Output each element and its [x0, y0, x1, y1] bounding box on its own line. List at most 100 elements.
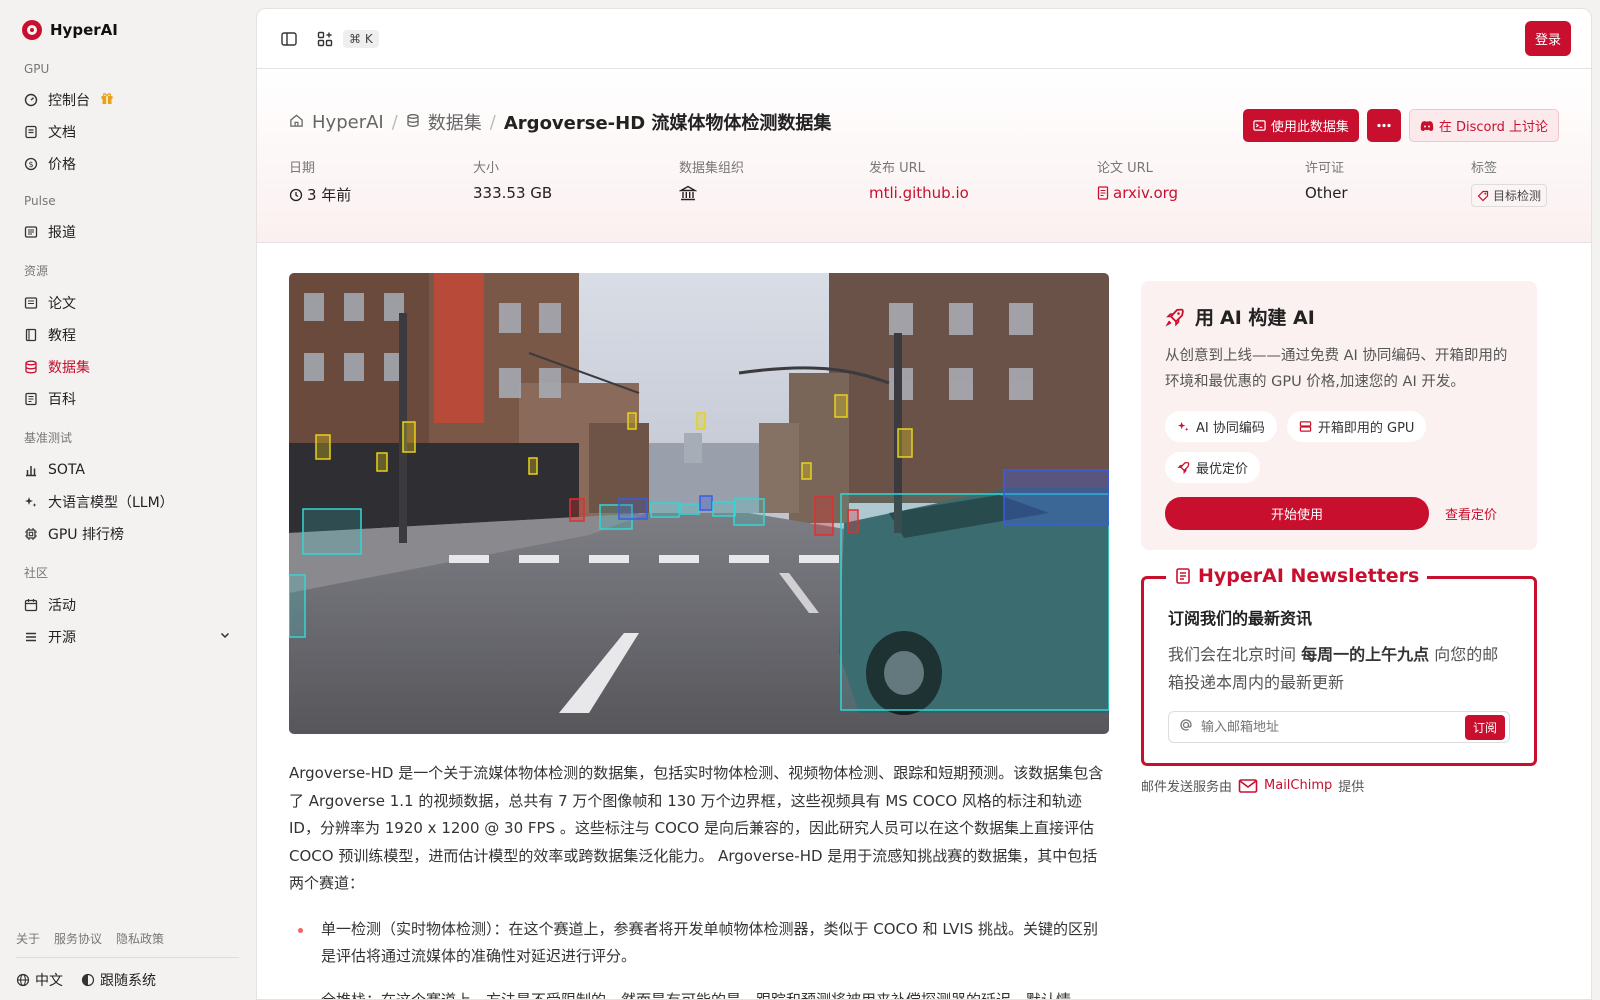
meta-license-label: 许可证 [1305, 161, 1345, 176]
email-input[interactable] [1193, 719, 1465, 735]
language-switcher[interactable]: 中文 [16, 970, 63, 990]
gift-icon [100, 91, 114, 109]
more-options-button[interactable] [1366, 109, 1401, 142]
bar-chart-icon [24, 463, 38, 477]
news-icon [24, 225, 38, 239]
ellipsis-icon [1377, 123, 1391, 128]
institution-icon [679, 185, 697, 201]
sidebar-item-label: 百科 [48, 392, 76, 408]
sidebar-item-docs[interactable]: 文档 [16, 116, 239, 148]
language-label: 中文 [35, 973, 63, 989]
list-icon [24, 630, 38, 644]
promo-description: 从创意到上线——通过免费 AI 协同编码、开箱即用的环境和最优惠的 GPU 价格… [1165, 348, 1508, 390]
sidebar-item-label: 数据集 [48, 360, 90, 376]
document-icon [1097, 186, 1109, 200]
database-icon [24, 360, 38, 374]
doc-icon [24, 125, 38, 139]
nav-section-gpu: GPU [24, 62, 50, 76]
sidebar-item-label: GPU 排行榜 [48, 527, 124, 543]
breadcrumb-home[interactable]: HyperAI [312, 112, 384, 133]
sidebar-item-tutorials[interactable]: 教程 [16, 319, 239, 351]
mailchimp-label: MailChimp [1264, 778, 1333, 793]
mailchimp-link[interactable]: MailChimp [1238, 778, 1332, 794]
feature-chip-label: 最优定价 [1196, 462, 1249, 477]
tag-object-detection[interactable]: 目标检测 [1471, 184, 1548, 207]
footer-link-privacy[interactable]: 隐私政策 [116, 930, 164, 947]
sidebar-item-label: 活动 [48, 598, 76, 614]
calendar-icon [24, 598, 38, 612]
command-menu-icon[interactable] [313, 27, 337, 51]
sidebar-item-gpu-leaderboard[interactable]: GPU 排行榜 [16, 518, 239, 550]
book-icon [24, 328, 38, 342]
email-subscribe-form: 订阅 [1168, 711, 1510, 743]
dataset-description: Argoverse-HD 是一个关于流媒体物体检测的数据集，包括实时物体检测、视… [289, 764, 1104, 892]
meta-paper-link-wrap[interactable]: arxiv.org [1097, 184, 1305, 202]
sidebar-item-console[interactable]: 控制台 [16, 84, 239, 116]
use-dataset-button[interactable]: 使用此数据集 [1242, 109, 1359, 142]
sidebar-item-pricing[interactable]: $ 价格 [16, 148, 239, 180]
tag-icon [1477, 190, 1489, 201]
rocket-icon [1165, 308, 1184, 327]
dataset-preview-image [289, 273, 1109, 734]
theme-switcher[interactable]: 跟随系统 [81, 970, 156, 990]
sidebar-settings: 中文 跟随系统 [16, 958, 239, 1000]
meta-tags-label: 标签 [1471, 161, 1498, 176]
nav-section-resources: 资源 [24, 264, 49, 278]
feature-chip-label: 开箱即用的 GPU [1317, 421, 1415, 436]
brand[interactable]: HyperAI [16, 20, 239, 40]
feature-chip: 开箱即用的 GPU [1286, 411, 1427, 442]
svg-text:$: $ [28, 160, 33, 169]
mail-provider-prefix: 邮件发送服务由 [1141, 780, 1233, 795]
mail-provider-suffix: 提供 [1338, 780, 1365, 795]
subscribe-button[interactable]: 订阅 [1464, 714, 1505, 740]
discord-button[interactable]: 在 Discord 上讨论 [1408, 109, 1559, 142]
meta-pub-label: 发布 URL [869, 161, 925, 176]
discord-icon [1420, 120, 1434, 131]
view-pricing-link[interactable]: 查看定价 [1445, 504, 1497, 523]
meta-size-value: 333.53 GB [473, 184, 553, 202]
sidebar-item-datasets[interactable]: 数据集 [16, 351, 239, 383]
get-started-button[interactable]: 开始使用 [1165, 497, 1429, 530]
meta-pub-link[interactable]: mtli.github.io [869, 184, 1097, 202]
chevron-down-icon[interactable] [219, 629, 231, 645]
newsletter-text-bold: 每周一的上午九点 [1301, 645, 1430, 664]
sidebar-item-sota[interactable]: SOTA [16, 454, 239, 486]
sidebar-item-papers[interactable]: 论文 [16, 287, 239, 319]
breadcrumb-separator: / [489, 111, 496, 133]
meta-license-value: Other [1305, 184, 1348, 202]
brand-name: HyperAI [50, 21, 118, 39]
dataset-content: Argoverse-HD 是一个关于流媒体物体检测的数据集，包括实时物体检测、视… [289, 273, 1109, 999]
sidebar-footer: 关于 服务协议 隐私政策 中文 跟随系统 [16, 930, 239, 1000]
meta-org-value [679, 184, 869, 202]
sidebar-item-reports[interactable]: 报道 [16, 216, 239, 248]
sidebar-toggle-icon[interactable] [277, 27, 301, 51]
footer-link-about[interactable]: 关于 [16, 930, 40, 947]
footer-link-terms[interactable]: 服务协议 [54, 930, 102, 947]
newsletter-text-before: 我们会在北京时间 [1168, 645, 1297, 664]
feature-chip: AI 协同编码 [1165, 411, 1277, 442]
globe-icon [16, 973, 30, 987]
meta-date: 日期 3 年前 [289, 157, 473, 207]
meta-paper-link: arxiv.org [1113, 184, 1179, 202]
sidebar-item-llm[interactable]: 大语言模型（LLM） [16, 486, 239, 518]
sidebar-item-wiki[interactable]: 百科 [16, 383, 239, 415]
sidebar-item-open-source[interactable]: 开源 [16, 621, 239, 653]
newsletter-text: 我们会在北京时间 每周一的上午九点 向您的邮箱投递本周内的最新更新 [1168, 641, 1510, 697]
login-button[interactable]: 登录 [1524, 21, 1571, 56]
page-title: Argoverse-HD 流媒体物体检测数据集 [503, 113, 832, 134]
sparkles-icon [24, 495, 38, 509]
newsletter-heading: 订阅我们的最新资讯 [1168, 609, 1313, 628]
meta-tags: 标签 目标检测 [1471, 157, 1548, 207]
breadcrumb-section[interactable]: 数据集 [428, 109, 482, 135]
sidebar-item-events[interactable]: 活动 [16, 589, 239, 621]
meta-paper-url: 论文 URL arxiv.org [1097, 157, 1305, 207]
meta-paper-label: 论文 URL [1097, 161, 1153, 176]
promo-title: 用 AI 构建 AI [1165, 303, 1513, 330]
theme-label: 跟随系统 [100, 973, 156, 989]
meta-date-label: 日期 [289, 161, 316, 176]
promo-features: AI 协同编码 开箱即用的 GPU 最优定价 [1165, 411, 1513, 483]
feature-chip-label: AI 协同编码 [1196, 421, 1265, 436]
sidebar-item-label: 开源 [48, 630, 76, 646]
newsletter-card: HyperAI Newsletters 订阅我们的最新资讯 我们会在北京时间 每… [1141, 565, 1537, 766]
server-icon [1299, 421, 1312, 432]
